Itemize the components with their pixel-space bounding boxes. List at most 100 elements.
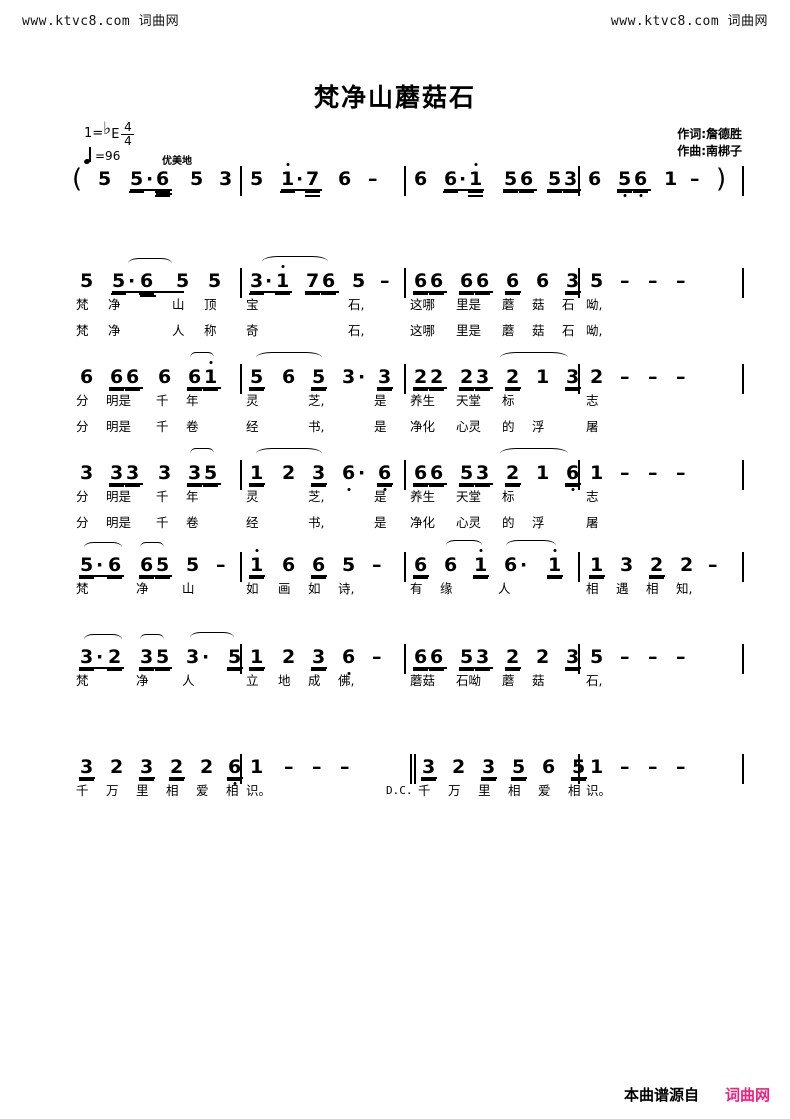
lyric-syllable: 灵 [246, 489, 259, 504]
slur [190, 632, 234, 643]
beam-underline [459, 291, 493, 293]
barline [240, 644, 242, 674]
barline [240, 460, 242, 490]
lyric-syllable: 呦, [586, 297, 603, 312]
beam-underline [139, 779, 155, 781]
note: 5 [208, 270, 222, 292]
note: 5 [190, 168, 204, 190]
beam-underline [481, 777, 497, 779]
beam-underline [519, 191, 535, 193]
time-signature: 4 4 [121, 120, 135, 147]
beam-underline [305, 293, 321, 295]
system-line-7: 3232261–––3235651–––千万里相爱相识。千万里相爱相识。D.C. [0, 754, 790, 816]
beam-underline [249, 387, 265, 389]
note: 1 [664, 168, 678, 190]
note: 5 [155, 648, 171, 671]
beam-underline [203, 485, 219, 487]
note: 6 [125, 368, 141, 391]
system-line-5: 5 · 6 6 5 5–1 6 6 5–6 6 1 6 · 1 1 3 2 2– 梵净山如画如诗, 有缘人相遇相知, [0, 540, 790, 614]
note: 3 [80, 462, 94, 484]
beam-underline [413, 669, 429, 671]
note: 6 [338, 168, 352, 190]
barline [240, 754, 242, 784]
duration-dash: – [372, 554, 382, 576]
duration-dash: – [676, 270, 686, 292]
duration-dash: – [676, 646, 686, 668]
note: 3 [187, 464, 203, 487]
system-line-6: 3 · 2 3 5 3 · 5 1 2 3 6–6 6 5 3 2 2 3 5– – – 梵净人立地成佛, 蘑菇 石呦蘑菇石, [0, 632, 790, 706]
system-intro: (5 5 · 6 5 3 5 1 · 7 6–6 6 · 1 5 6 5 3 6 5 6 1–) [0, 163, 790, 218]
lyric-syllable: 相 [586, 581, 599, 596]
barline [578, 268, 580, 298]
barline [404, 268, 406, 298]
system-line-3: 6 6 6 6 6 1 5 6 5 3 · 3 2 2 2 3 2 1 3 2– – – 分明是千年灵芝, 是养生 天堂标志分明… [0, 352, 790, 444]
beam-underline [589, 577, 605, 579]
lyric-syllable: 蘑 [502, 673, 515, 688]
beam-underline [139, 777, 155, 779]
note: 6 [321, 272, 337, 295]
note: 2 [413, 368, 429, 391]
flat-icon: ♭ [103, 119, 112, 139]
beam-underline [429, 293, 445, 295]
note: 2 [505, 464, 521, 487]
note: 5 [547, 170, 563, 193]
beam-underline [311, 387, 327, 389]
beam-underline [111, 293, 127, 295]
note: 7 [305, 170, 321, 197]
lyric-syllable: 年 [186, 393, 199, 408]
lyric-syllable: 相 [646, 581, 659, 596]
lyric-syllable: 灵 [246, 393, 259, 408]
duration-dash: – [676, 366, 686, 388]
augmentation-dot: · [265, 270, 273, 292]
beam-underline [79, 777, 95, 779]
note: 6 [107, 556, 123, 579]
octave-up-dot [255, 549, 259, 552]
slur [500, 352, 568, 363]
duration-dash: – [690, 168, 700, 190]
beam-underline [505, 483, 521, 485]
lyric-syllable: 缘 [440, 581, 453, 596]
beam-underline [249, 485, 265, 487]
duration-dash: – [340, 756, 350, 778]
lyric-syllable: 宝 [246, 297, 259, 312]
octave-down-dot [347, 488, 351, 491]
beam-underline [649, 575, 665, 577]
beam-underline [413, 293, 429, 295]
beam-underline [459, 389, 475, 391]
lyric-syllable: 志 [586, 489, 599, 504]
beam-underline [503, 191, 519, 193]
beam-underline [79, 779, 95, 781]
note: 6 [377, 464, 393, 491]
lyric-syllable: 卷 [186, 419, 199, 434]
note: 1 [590, 756, 604, 778]
note: 5 [590, 270, 604, 292]
note: 6 [413, 648, 429, 671]
beam-underline [108, 575, 124, 577]
note: 2 [505, 368, 521, 391]
note: 5 [617, 170, 633, 197]
lyric-syllable: 石, [348, 297, 365, 312]
beam-underline [107, 577, 123, 579]
barline [578, 460, 580, 490]
note: 3 [563, 170, 579, 193]
note: 6 [536, 270, 550, 292]
beam-underline [311, 483, 327, 485]
lyric-syllable: 梵 [76, 673, 89, 688]
time-sig-top: 4 [124, 120, 132, 134]
note: 5 [342, 554, 356, 576]
lyric-syllable: 相 [568, 783, 581, 798]
lyric-syllable: 分 [76, 515, 89, 530]
beam-underline [281, 189, 322, 191]
beam-underline [413, 667, 447, 669]
beam-underline [429, 485, 445, 487]
barline [578, 552, 580, 582]
duration-dash: – [648, 646, 658, 668]
beam-underline [475, 293, 491, 295]
note: 3 [158, 462, 172, 484]
note: 5 [203, 464, 219, 487]
note: 6 [504, 554, 518, 576]
note: 1 [547, 549, 563, 579]
beam-underline [169, 779, 185, 781]
lyric-syllable: 千 [418, 783, 431, 798]
barline [404, 552, 406, 582]
